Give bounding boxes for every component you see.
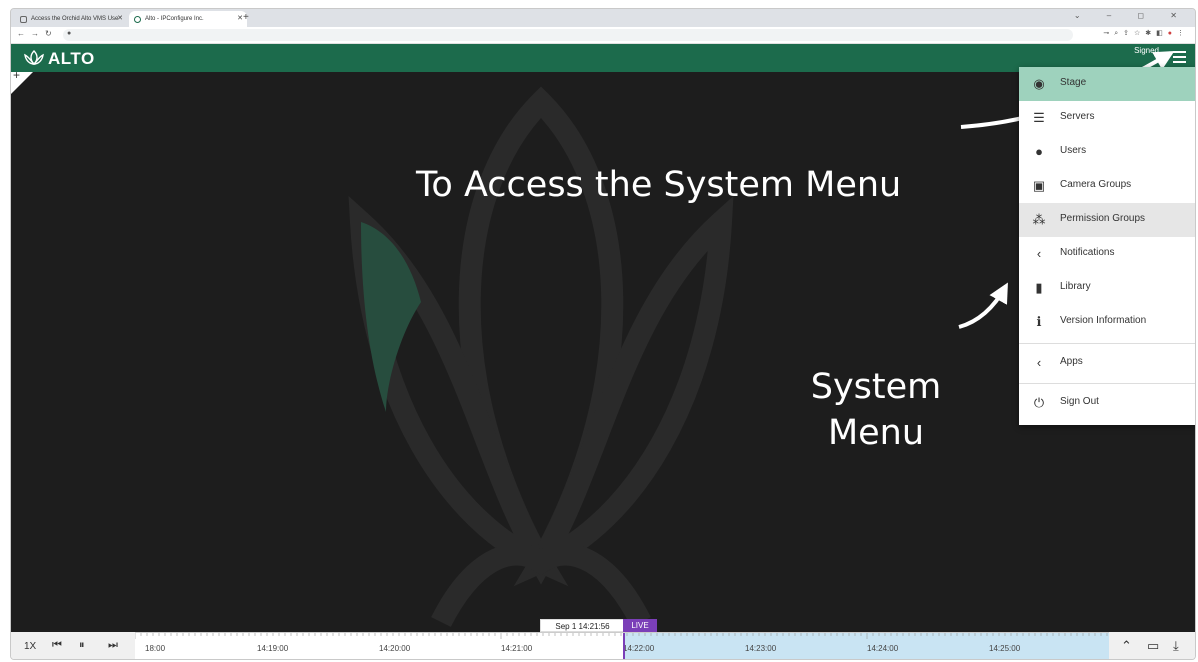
window-controls[interactable]: ⌄ – ◻ ✕: [1074, 11, 1189, 20]
extension-icons[interactable]: ⊸⌕⇪☆✱◧●⋮: [1103, 29, 1189, 38]
menu-item-notifications[interactable]: ‹ Notifications: [1019, 237, 1195, 271]
user-icon: ●: [1035, 144, 1043, 159]
menu-item-label: Library: [1060, 281, 1091, 292]
menu-item-label: Sign Out: [1060, 396, 1099, 407]
menu-item-label: Apps: [1060, 356, 1083, 367]
eye-icon: ◉: [1033, 76, 1045, 91]
menu-icon-bar: [1172, 56, 1186, 58]
menu-icon-bar: [1172, 51, 1186, 53]
star-icon[interactable]: ☆: [1134, 30, 1145, 37]
camera-group-icon: ▣: [1032, 178, 1046, 193]
new-tab-button[interactable]: +: [243, 11, 249, 25]
tick-label: 14:21:00: [501, 644, 533, 653]
menu-icon-bar: [1172, 61, 1186, 63]
key-icon[interactable]: ⊸: [1103, 30, 1114, 37]
browser-toolbar: ←→↻ ● ⊸⌕⇪☆✱◧●⋮: [11, 27, 1195, 44]
sidebar-icon[interactable]: ◧: [1156, 30, 1168, 37]
menu-divider: [1019, 343, 1195, 344]
chevron-left-icon: ‹: [1036, 246, 1042, 261]
chevron-left-icon: ‹: [1036, 355, 1042, 370]
tick-label: 14:23:00: [745, 644, 777, 653]
menu-divider: [1019, 383, 1195, 384]
zoom-icon[interactable]: ⌕: [1114, 30, 1123, 37]
reload-icon[interactable]: ↻: [45, 29, 58, 38]
share-icon[interactable]: ⇪: [1123, 30, 1134, 37]
tick-label: 14:19:00: [257, 644, 289, 653]
back-icon[interactable]: ←: [17, 29, 31, 38]
tick-label: 18:00: [145, 644, 166, 653]
lock-icon: ●: [67, 30, 72, 37]
annotation-line: Menu: [827, 413, 925, 453]
skip-back-icon[interactable]: ⏮: [52, 639, 62, 652]
download-icon[interactable]: ⤓: [1173, 638, 1179, 654]
puzzle-icon[interactable]: ✱: [1145, 30, 1156, 37]
playback-controls: 1X ⏮ ⏸ ⏭: [11, 632, 135, 659]
plus-icon[interactable]: +: [13, 72, 20, 82]
menu-item-servers[interactable]: ☰ Servers: [1019, 101, 1195, 135]
menu-item-label: Permission Groups: [1060, 213, 1146, 224]
page-favicon-icon: [20, 16, 27, 23]
annotation-line: System: [810, 367, 942, 407]
annotation-access-system-menu: To Access the System Menu: [416, 165, 902, 205]
timeline-track[interactable]: 18:00 14:19:00 14:20:00 14:21:00 14:22:0…: [135, 632, 1111, 659]
profile-icon[interactable]: ●: [1168, 30, 1177, 37]
menu-item-sign-out[interactable]: ⏻ Sign Out: [1019, 386, 1195, 420]
menu-item-label: Servers: [1060, 111, 1095, 122]
signed-in-label: Signed: [1134, 46, 1159, 55]
skip-forward-icon[interactable]: ⏭: [108, 639, 118, 652]
timeline-bar: 1X ⏮ ⏸ ⏭ 18:00 14:19:00 14:20:00 14:21:0…: [11, 632, 1195, 659]
group-icon: ⁂: [1032, 212, 1046, 227]
power-icon: ⏻: [1033, 395, 1045, 410]
chevron-up-icon[interactable]: ⌃: [1121, 638, 1132, 654]
menu-item-permission-groups[interactable]: ⁂ Permission Groups: [1019, 203, 1195, 237]
tick-label: 14:22:00: [623, 644, 655, 653]
menu-item-version-information[interactable]: ℹ Version Information: [1019, 305, 1195, 339]
info-icon: ℹ: [1036, 314, 1042, 329]
menu-item-apps[interactable]: ‹ Apps: [1019, 346, 1195, 380]
address-bar[interactable]: ●: [63, 29, 1073, 41]
menu-item-users[interactable]: ● Users: [1019, 135, 1195, 169]
menu-item-label: Notifications: [1060, 247, 1115, 258]
browser-window: Access the Orchid Alto VMS Use ✕ Alto - …: [10, 8, 1196, 660]
menu-item-label: Version Information: [1060, 315, 1147, 326]
menu-item-stage[interactable]: ◉ Stage: [1019, 67, 1195, 101]
tick-label: 14:20:00: [379, 644, 411, 653]
menu-item-label: Users: [1060, 145, 1087, 156]
menu-item-label: Stage: [1060, 77, 1087, 88]
current-time-bubble: Sep 1 14:21:56: [540, 619, 625, 632]
hamburger-menu-button[interactable]: [1169, 48, 1189, 68]
video-stage[interactable]: + To Access the System Menu System Menu: [11, 72, 1195, 632]
app-header: ALTO Signed: [11, 44, 1195, 72]
browser-tab-alto[interactable]: Alto - IPConfigure Inc. ✕: [129, 11, 247, 27]
more-icon[interactable]: ⋮: [1177, 30, 1189, 37]
tab-title: Alto - IPConfigure Inc.: [145, 16, 204, 22]
calendar-icon[interactable]: ▭: [1147, 638, 1159, 654]
menu-item-library[interactable]: ▮ Library: [1019, 271, 1195, 305]
menu-item-label: Camera Groups: [1060, 179, 1132, 190]
app-logo-text: ALTO: [48, 49, 95, 68]
lotus-logo-icon: [24, 50, 44, 65]
live-badge[interactable]: LIVE: [623, 619, 657, 632]
annotation-system-menu: System Menu: [801, 364, 951, 456]
server-icon: ☰: [1033, 110, 1045, 125]
menu-item-camera-groups[interactable]: ▣ Camera Groups: [1019, 169, 1195, 203]
playhead-line[interactable]: [623, 633, 625, 659]
system-menu: ◉ Stage ☰ Servers ● Users ▣ Camera Group…: [1019, 67, 1195, 425]
tab-bar: Access the Orchid Alto VMS Use ✕ Alto - …: [11, 9, 1195, 27]
forward-icon[interactable]: →: [31, 29, 45, 38]
browser-tab-docs[interactable]: Access the Orchid Alto VMS Use ✕: [15, 11, 127, 27]
bookmark-icon: ▮: [1035, 280, 1043, 295]
tick-label: 14:24:00: [867, 644, 899, 653]
alto-favicon-icon: [134, 16, 141, 23]
playback-speed-button[interactable]: 1X: [24, 641, 36, 652]
nav-buttons[interactable]: ←→↻: [17, 29, 58, 38]
pause-icon[interactable]: ⏸: [79, 639, 85, 652]
tab-title: Access the Orchid Alto VMS Use: [31, 16, 119, 22]
close-tab-icon[interactable]: ✕: [117, 11, 123, 27]
tick-label: 14:25:00: [989, 644, 1021, 653]
timeline-right-controls: ⌃ ▭ ⤓: [1109, 632, 1195, 659]
